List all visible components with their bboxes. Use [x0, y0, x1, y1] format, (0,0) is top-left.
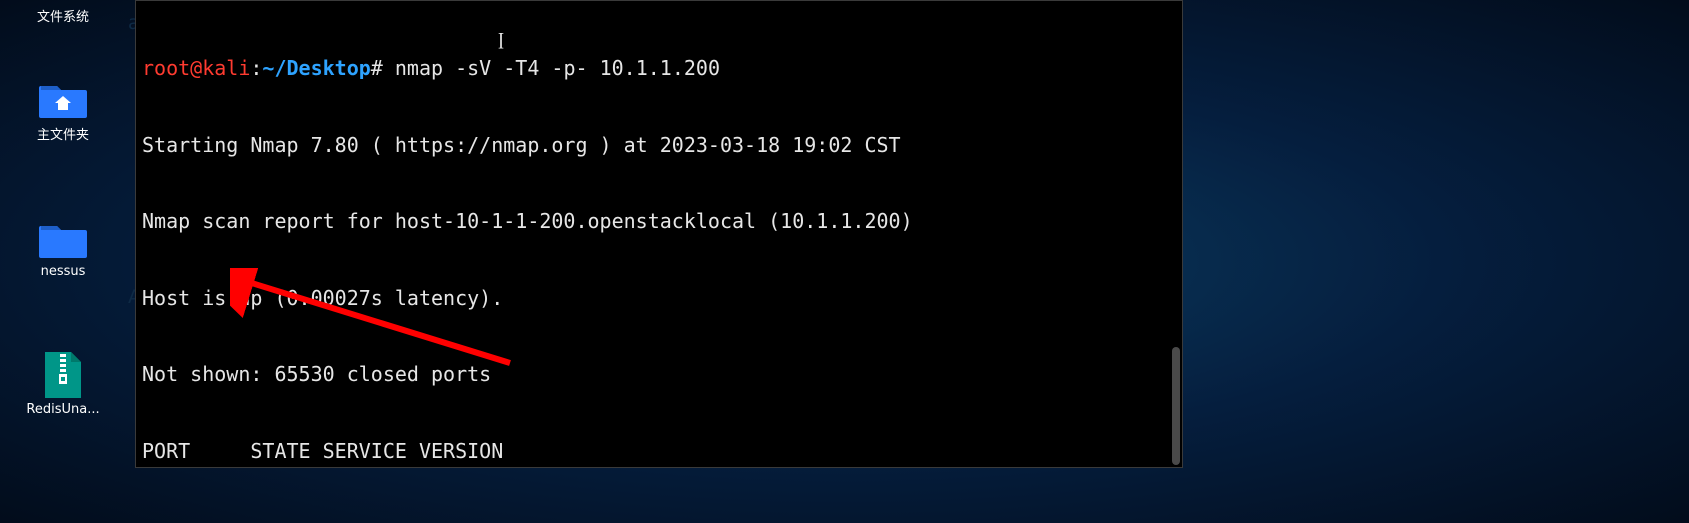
terminal-line: Host is up (0.00027s latency). — [142, 286, 1174, 312]
folder-icon — [39, 220, 87, 260]
desktop-icon-label: 主文件夹 — [37, 124, 89, 143]
archive-file-icon — [45, 352, 81, 398]
terminal-line: root@kali:~/Desktop# nmap -sV -T4 -p- 10… — [142, 56, 1174, 82]
terminal-window[interactable]: root@kali:~/Desktop# nmap -sV -T4 -p- 10… — [135, 0, 1183, 468]
desktop-icon-redisuna[interactable]: RedisUna... — [18, 352, 108, 417]
desktop-icon-filesystem[interactable]: 文件系统 — [18, 2, 108, 25]
folder-home-icon — [39, 80, 87, 120]
text-cursor-icon: I — [498, 25, 504, 58]
terminal-line: Nmap scan report for host-10-1-1-200.ope… — [142, 209, 1174, 235]
prompt-path: ~/Desktop — [262, 56, 370, 80]
desktop-icon-label: 文件系统 — [37, 6, 89, 25]
terminal-scrollbar[interactable] — [1172, 347, 1180, 465]
terminal-line: Not shown: 65530 closed ports — [142, 362, 1174, 388]
desktop-icon-home[interactable]: 主文件夹 — [18, 80, 108, 143]
desktop-icon-label: RedisUna... — [26, 402, 99, 417]
prompt-user: root@kali — [142, 56, 250, 80]
desktop-icon-nessus[interactable]: nessus — [18, 220, 108, 279]
prompt-sep: : — [250, 56, 262, 80]
desktop: A 文件系统 主文件夹 nessus RedisUna... — [0, 0, 1689, 523]
terminal-line: PORT STATE SERVICE VERSION — [142, 439, 1174, 465]
terminal-line: Starting Nmap 7.80 ( https://nmap.org ) … — [142, 133, 1174, 159]
prompt-hash: # — [371, 56, 383, 80]
terminal-command: nmap -sV -T4 -p- 10.1.1.200 — [383, 56, 720, 80]
desktop-icon-label: nessus — [41, 264, 86, 279]
